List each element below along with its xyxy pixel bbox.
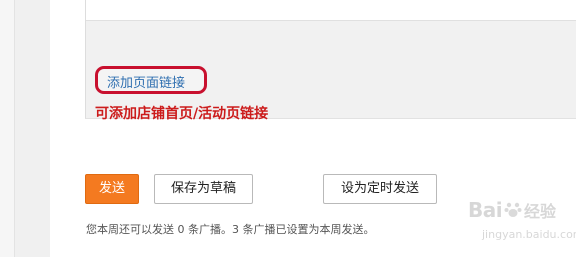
watermark-brand-cn: 经验	[524, 202, 557, 221]
send-button[interactable]: 发送	[85, 174, 139, 204]
baidu-jingyan-watermark: Bai 经验 jingyan.baidu.com	[466, 194, 576, 254]
save-draft-button[interactable]: 保存为草稿	[154, 174, 253, 204]
left-sidebar-strip	[0, 0, 15, 257]
schedule-send-button[interactable]: 设为定时发送	[323, 174, 437, 204]
watermark-url: jingyan.baidu.com	[482, 228, 576, 241]
annotation-hint: 可添加店铺首页/活动页链接	[95, 106, 269, 122]
broadcast-quota-text: 您本周还可以发送 0 条广播。3 条广播已设置为本周发送。	[86, 223, 375, 236]
paw-icon	[504, 202, 522, 217]
add-page-link[interactable]: 添加页面链接	[107, 72, 185, 91]
watermark-brand: Bai	[468, 198, 503, 222]
editor-text-region[interactable]	[86, 0, 576, 21]
